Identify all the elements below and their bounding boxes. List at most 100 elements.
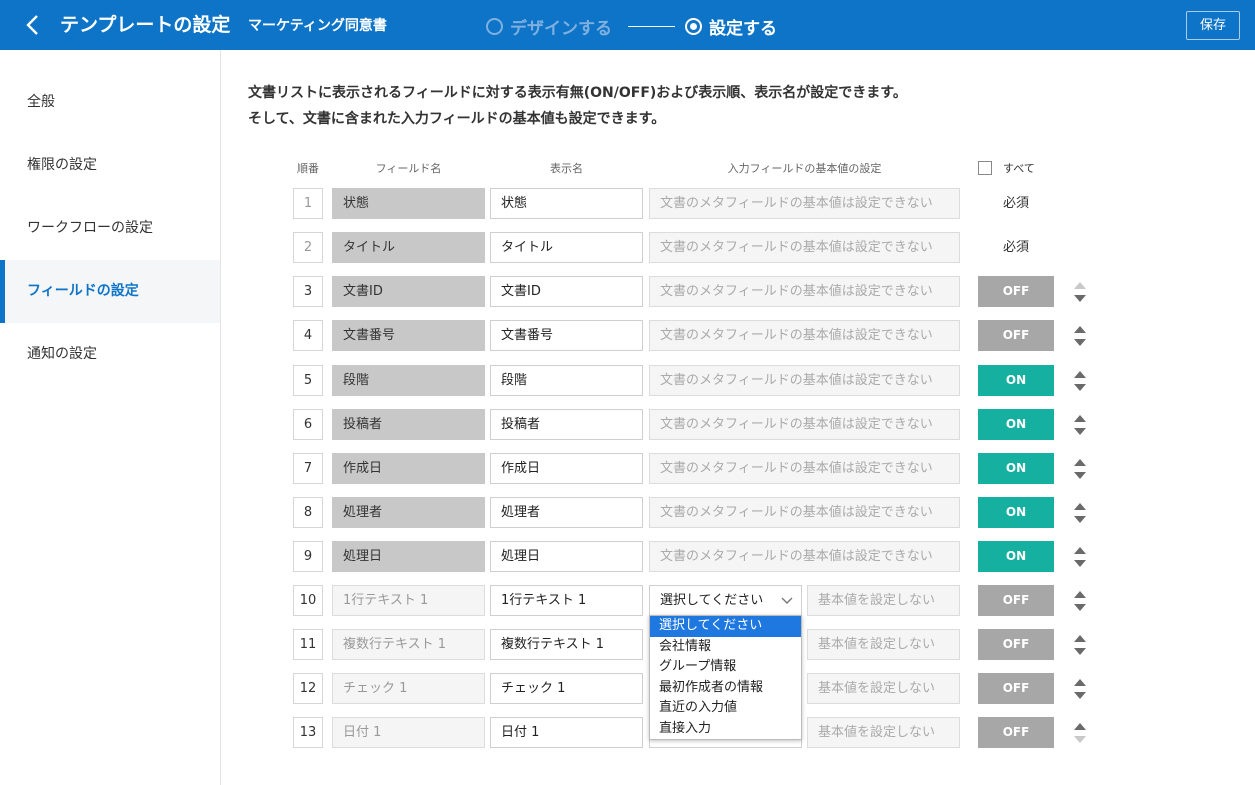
display-name-input[interactable]: 複数行テキスト 1 — [490, 629, 643, 660]
display-name-input[interactable]: 段階 — [490, 365, 643, 396]
radio-selected-icon — [685, 17, 702, 35]
radio-empty-icon — [486, 17, 503, 35]
default-value-field: 基本値を設定しない — [807, 673, 960, 704]
field-name-cell: 複数行テキスト 1 — [332, 629, 485, 660]
sort-arrows-icon[interactable] — [1073, 413, 1087, 437]
default-value-select[interactable]: 選択してください — [649, 585, 802, 616]
display-name-input[interactable]: 処理日 — [490, 541, 643, 572]
back-button[interactable] — [20, 11, 46, 39]
sort-arrows-icon[interactable] — [1073, 457, 1087, 481]
page-title: テンプレートの設定 — [60, 14, 231, 36]
table-row: 10 1行テキスト 1 1行テキスト 1 選択してください 基本値を設定しない OFF — [0, 585, 1255, 616]
dropdown-option[interactable]: グループ情報 — [650, 657, 801, 678]
row-order-number: 9 — [293, 541, 323, 572]
field-name-cell: 文書ID — [332, 276, 485, 307]
display-name-input[interactable]: タイトル — [490, 232, 643, 263]
display-name-input[interactable]: 作成日 — [490, 453, 643, 484]
field-name-cell: 作成日 — [332, 453, 485, 484]
default-value-disabled: 文書のメタフィールドの基本値は設定できない — [649, 365, 960, 396]
save-button[interactable]: 保存 — [1186, 11, 1240, 40]
visibility-toggle[interactable]: ON — [978, 497, 1054, 528]
table-row: 13 日付 1 日付 1 基本値を設定しない OFF — [0, 717, 1255, 748]
table-row: 11 複数行テキスト 1 複数行テキスト 1 基本値を設定しない OFF — [0, 629, 1255, 660]
sidebar-item-general[interactable]: 全般 — [0, 71, 220, 134]
column-header-default: 入力フィールドの基本値の設定 — [727, 162, 882, 175]
sort-arrows-icon[interactable] — [1073, 369, 1087, 393]
visibility-toggle[interactable]: OFF — [978, 673, 1054, 704]
visibility-toggle[interactable]: ON — [978, 453, 1054, 484]
default-value-select-text: 選択してください — [660, 593, 764, 608]
row-order-number: 5 — [293, 365, 323, 396]
default-value-disabled: 文書のメタフィールドの基本値は設定できない — [649, 232, 960, 263]
description: 文書リストに表示されるフィールドに対する表示有無(ON/OFF)および表示順、表… — [248, 80, 907, 132]
row-order-number: 13 — [293, 717, 323, 748]
description-line-2: そして、文書に含まれた入力フィールドの基本値も設定できます。 — [248, 111, 666, 127]
visibility-toggle[interactable]: OFF — [978, 585, 1054, 616]
step-divider — [628, 26, 675, 27]
dropdown-option[interactable]: 会社情報 — [650, 637, 801, 658]
visibility-toggle[interactable]: ON — [978, 365, 1054, 396]
table-row: 6 投稿者 投稿者 文書のメタフィールドの基本値は設定できない ON — [0, 409, 1255, 440]
table-row: 4 文書番号 文書番号 文書のメタフィールドの基本値は設定できない OFF — [0, 320, 1255, 351]
table-row: 1 状態 状態 文書のメタフィールドの基本値は設定できない 必須 — [0, 188, 1255, 219]
display-name-input[interactable]: 1行テキスト 1 — [490, 585, 643, 616]
display-name-input[interactable]: 状態 — [490, 188, 643, 219]
dropdown-option[interactable]: 直接入力 — [650, 719, 801, 740]
visibility-toggle[interactable]: ON — [978, 409, 1054, 440]
visibility-toggle[interactable]: OFF — [978, 629, 1054, 660]
step-design-label: デザインする — [510, 18, 612, 39]
table-row: 2 タイトル タイトル 文書のメタフィールドの基本値は設定できない 必須 — [0, 232, 1255, 263]
row-order-number: 4 — [293, 320, 323, 351]
row-order-number: 7 — [293, 453, 323, 484]
top-header: テンプレートの設定 マーケティング同意書 デザインする 設定する 保存 — [0, 0, 1255, 50]
template-name: マーケティング同意書 — [248, 18, 387, 34]
sort-arrows-icon[interactable] — [1073, 633, 1087, 657]
visibility-toggle[interactable]: OFF — [978, 276, 1054, 307]
sort-arrows-icon[interactable] — [1073, 324, 1087, 348]
field-name-cell: 1行テキスト 1 — [332, 585, 485, 616]
row-order-number: 10 — [293, 585, 323, 616]
sort-arrows-icon[interactable] — [1073, 677, 1087, 701]
default-value-disabled: 文書のメタフィールドの基本値は設定できない — [649, 409, 960, 440]
dropdown-option[interactable]: 直近の入力値 — [650, 698, 801, 719]
column-header-field: フィールド名 — [375, 162, 442, 175]
chevron-left-icon — [26, 15, 38, 35]
column-header-display: 表示名 — [550, 162, 583, 175]
visibility-toggle[interactable]: OFF — [978, 320, 1054, 351]
visibility-toggle[interactable]: OFF — [978, 717, 1054, 748]
select-all-checkbox[interactable] — [978, 161, 992, 175]
field-name-cell: 状態 — [332, 188, 485, 219]
sort-arrows-icon[interactable] — [1073, 545, 1087, 569]
default-value-field: 基本値を設定しない — [807, 629, 960, 660]
field-name-cell: タイトル — [332, 232, 485, 263]
default-value-disabled: 文書のメタフィールドの基本値は設定できない — [649, 453, 960, 484]
visibility-toggle[interactable]: ON — [978, 541, 1054, 572]
dropdown-option[interactable]: 選択してください — [650, 616, 801, 637]
step-design[interactable]: デザインする — [486, 14, 612, 39]
row-order-number: 1 — [293, 188, 323, 219]
sort-arrows-icon[interactable] — [1073, 589, 1087, 613]
description-line-1: 文書リストに表示されるフィールドに対する表示有無(ON/OFF)および表示順、表… — [248, 85, 907, 101]
display-name-input[interactable]: チェック 1 — [490, 673, 643, 704]
row-order-number: 11 — [293, 629, 323, 660]
default-value-field: 基本値を設定しない — [807, 585, 960, 616]
default-value-disabled: 文書のメタフィールドの基本値は設定できない — [649, 497, 960, 528]
step-settings[interactable]: 設定する — [685, 14, 777, 39]
row-order-number: 12 — [293, 673, 323, 704]
field-name-cell: 日付 1 — [332, 717, 485, 748]
row-order-number: 3 — [293, 276, 323, 307]
display-name-input[interactable]: 処理者 — [490, 497, 643, 528]
sort-arrows-icon[interactable] — [1073, 501, 1087, 525]
column-header-order: 順番 — [297, 162, 319, 175]
sort-arrows-icon[interactable] — [1073, 280, 1087, 304]
dropdown-option[interactable]: 最初作成者の情報 — [650, 678, 801, 699]
field-name-cell: 文書番号 — [332, 320, 485, 351]
display-name-input[interactable]: 投稿者 — [490, 409, 643, 440]
display-name-input[interactable]: 文書ID — [490, 276, 643, 307]
field-name-cell: 処理者 — [332, 497, 485, 528]
table-row: 3 文書ID 文書ID 文書のメタフィールドの基本値は設定できない OFF — [0, 276, 1255, 307]
display-name-input[interactable]: 文書番号 — [490, 320, 643, 351]
sort-arrows-icon[interactable] — [1073, 721, 1087, 745]
field-name-cell: 投稿者 — [332, 409, 485, 440]
display-name-input[interactable]: 日付 1 — [490, 717, 643, 748]
